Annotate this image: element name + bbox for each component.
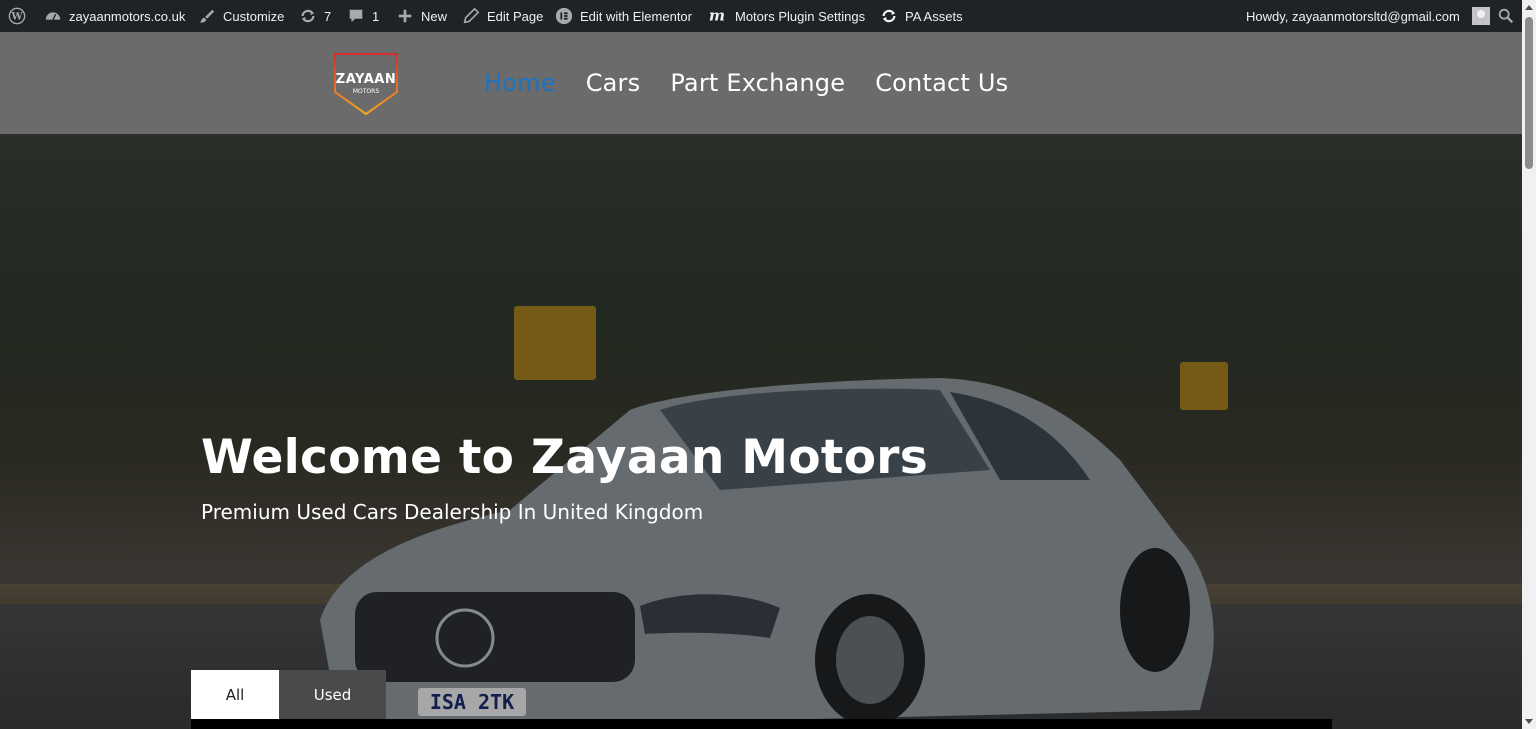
my-account-menu[interactable]: Howdy, zayaanmotorsltd@gmail.com: [1246, 0, 1490, 32]
updates-link[interactable]: 7: [298, 0, 331, 32]
pencil-icon: [461, 6, 481, 26]
edit-elementor-label: Edit with Elementor: [580, 8, 692, 24]
edit-page-label: Edit Page: [487, 8, 544, 24]
motors-settings-label: Motors Plugin Settings: [735, 8, 866, 24]
condition-filter-tabs: All Used: [191, 670, 386, 719]
wp-admin-bar: W zayaanmotors.co.uk Customize 7 1 New E…: [0, 0, 1522, 32]
nav-part-exchange[interactable]: Part Exchange: [670, 69, 845, 97]
new-content-menu[interactable]: New: [395, 0, 447, 32]
edit-elementor-link[interactable]: Edit with Elementor: [554, 0, 692, 32]
updates-count: 7: [324, 8, 332, 24]
svg-text:m: m: [709, 7, 725, 25]
customize-link[interactable]: Customize: [197, 0, 284, 32]
elementor-icon: [554, 6, 574, 26]
search-filter-panel: [191, 719, 1332, 729]
wp-logo-menu[interactable]: W: [7, 0, 27, 32]
motors-settings-link[interactable]: m Motors Plugin Settings: [705, 0, 865, 32]
customize-label: Customize: [223, 8, 285, 24]
site-logo[interactable]: ZAYAAN MOTORS: [333, 52, 399, 116]
dashboard-icon: [43, 6, 63, 26]
plus-icon: [395, 6, 415, 26]
pa-assets-label: PA Assets: [905, 8, 963, 24]
svg-text:W: W: [10, 12, 23, 23]
logo-text: ZAYAAN: [335, 72, 397, 87]
comment-icon: [346, 6, 366, 26]
nav-cars[interactable]: Cars: [586, 69, 641, 97]
howdy-label: Howdy, zayaanmotorsltd@gmail.com: [1246, 8, 1460, 24]
scroll-up-arrow-icon[interactable]: [1525, 5, 1533, 10]
admin-search[interactable]: [1496, 0, 1516, 32]
tab-all[interactable]: All: [191, 670, 279, 719]
brush-icon: [197, 6, 217, 26]
hero-title: Welcome to Zayaan Motors: [201, 430, 929, 485]
hero-subtitle: Premium Used Cars Dealership In United K…: [201, 500, 704, 524]
avatar: [1471, 7, 1490, 25]
site-name-menu[interactable]: zayaanmotors.co.uk: [43, 0, 185, 32]
logo-subtext: MOTORS: [352, 88, 380, 95]
updates-icon: [298, 6, 318, 26]
main-nav: Home Cars Part Exchange Contact Us: [484, 32, 1038, 134]
motors-icon: m: [705, 6, 729, 26]
comments-count: 1: [372, 8, 380, 24]
scroll-down-arrow-icon[interactable]: [1525, 719, 1533, 724]
new-label: New: [421, 8, 448, 24]
nav-home[interactable]: Home: [484, 69, 556, 97]
search-icon: [1496, 6, 1516, 26]
comments-link[interactable]: 1: [346, 0, 379, 32]
refresh-icon: [879, 6, 899, 26]
site-header: ZAYAAN MOTORS Home Cars Part Exchange Co…: [0, 32, 1522, 134]
tab-used[interactable]: Used: [279, 670, 386, 719]
wordpress-icon: W: [7, 6, 27, 26]
site-name-label: zayaanmotors.co.uk: [69, 8, 186, 24]
scrollbar-thumb[interactable]: [1525, 17, 1533, 169]
pa-assets-link[interactable]: PA Assets: [879, 0, 963, 32]
nav-contact-us[interactable]: Contact Us: [875, 69, 1008, 97]
edit-page-link[interactable]: Edit Page: [461, 0, 543, 32]
page-scrollbar[interactable]: [1522, 0, 1536, 729]
hero-section: ISA 2TK Welcome to Zayaan Motors Premium…: [0, 134, 1522, 729]
